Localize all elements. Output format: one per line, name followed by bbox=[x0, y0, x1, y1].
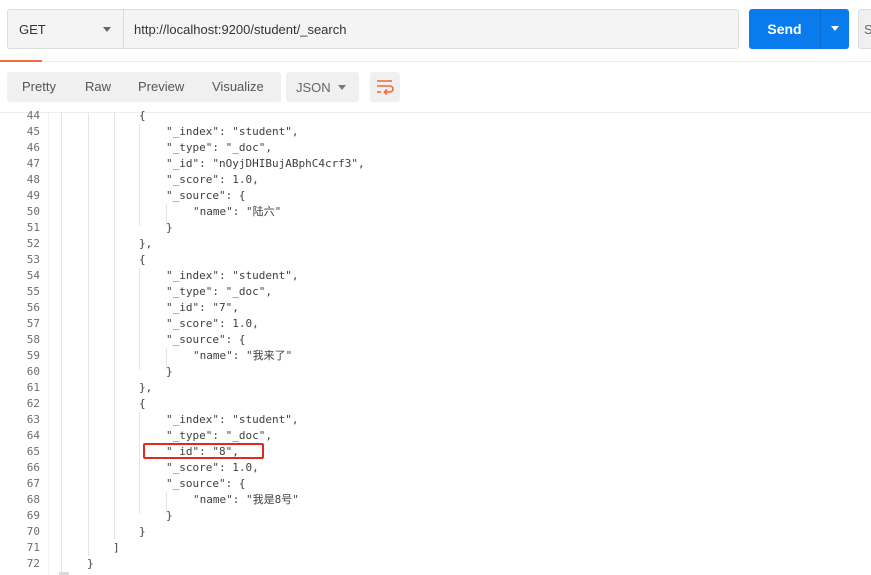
request-bar: GET http://localhost:9200/student/_searc… bbox=[0, 0, 871, 62]
line-number: 69 bbox=[26, 509, 40, 522]
line-number: 56 bbox=[26, 301, 40, 314]
line-number: 54 bbox=[26, 269, 40, 282]
code-line: { bbox=[139, 109, 146, 122]
send-options-button[interactable] bbox=[820, 9, 849, 49]
code-line: "_score": 1.0, bbox=[166, 317, 259, 330]
gutter-separator bbox=[48, 113, 49, 575]
code-line: { bbox=[139, 397, 146, 410]
chevron-down-icon bbox=[338, 85, 346, 90]
wrap-lines-icon bbox=[377, 80, 394, 96]
line-number: 64 bbox=[26, 429, 40, 442]
line-number: 48 bbox=[26, 173, 40, 186]
code-line: "_source": { bbox=[166, 477, 246, 490]
code-line: "name": "我是8号" bbox=[193, 493, 299, 506]
divider bbox=[0, 112, 871, 113]
line-number: 72 bbox=[26, 557, 40, 570]
line-number: 44 bbox=[26, 109, 40, 122]
code-line: } bbox=[139, 525, 146, 538]
url-input[interactable]: http://localhost:9200/student/_search bbox=[123, 9, 739, 49]
indent-guide bbox=[139, 412, 140, 514]
line-number: 53 bbox=[26, 253, 40, 266]
line-number: 67 bbox=[26, 477, 40, 490]
code-line: "_id": "7", bbox=[166, 301, 239, 314]
line-number: 68 bbox=[26, 493, 40, 506]
line-number: 58 bbox=[26, 333, 40, 346]
wrap-lines-button[interactable] bbox=[370, 72, 400, 102]
code-line: "name": "我来了" bbox=[193, 349, 293, 362]
tab-raw[interactable]: Raw bbox=[85, 72, 111, 102]
code-line: "_type": "_doc", bbox=[166, 429, 272, 442]
line-number: 63 bbox=[26, 413, 40, 426]
save-button-label: S bbox=[864, 22, 871, 37]
format-select[interactable]: JSON bbox=[286, 72, 359, 102]
url-value: http://localhost:9200/student/_search bbox=[134, 22, 347, 37]
send-button[interactable]: Send bbox=[749, 9, 820, 49]
method-value: GET bbox=[19, 22, 46, 37]
method-select[interactable]: GET bbox=[7, 9, 123, 49]
indent-guide bbox=[139, 268, 140, 370]
code-line: { bbox=[139, 253, 146, 266]
indent-guide bbox=[88, 113, 89, 556]
line-number: 71 bbox=[26, 541, 40, 554]
divider bbox=[0, 61, 871, 62]
code-line: "_id": "nOyjDHIBujABphC4crf3", bbox=[166, 157, 365, 170]
line-number: 45 bbox=[26, 125, 40, 138]
chevron-down-icon bbox=[831, 26, 839, 31]
code-line: "_score": 1.0, bbox=[166, 461, 259, 474]
line-number: 51 bbox=[26, 221, 40, 234]
code-line: "_type": "_doc", bbox=[166, 285, 272, 298]
line-number: 55 bbox=[26, 285, 40, 298]
active-tab-indicator bbox=[0, 60, 42, 62]
code-line: }, bbox=[139, 381, 153, 394]
code-line: }, bbox=[139, 237, 153, 250]
code-line: "_source": { bbox=[166, 333, 246, 346]
code-line: ] bbox=[113, 541, 120, 554]
tab-pretty[interactable]: Pretty bbox=[22, 72, 56, 102]
code-line: } bbox=[87, 557, 94, 570]
line-number: 70 bbox=[26, 525, 40, 538]
code-line: "_index": "student", bbox=[166, 269, 299, 282]
line-number: 52 bbox=[26, 237, 40, 250]
code-line: } bbox=[166, 221, 173, 234]
code-line: "_source": { bbox=[166, 189, 246, 202]
tab-visualize[interactable]: Visualize bbox=[212, 72, 264, 102]
code-line: "_index": "student", bbox=[166, 413, 299, 426]
line-number: 65 bbox=[26, 445, 40, 458]
highlight-annotation bbox=[143, 443, 264, 459]
code-line: "_type": "_doc", bbox=[166, 141, 272, 154]
indent-guide bbox=[139, 124, 140, 226]
code-line: "_index": "student", bbox=[166, 125, 299, 138]
response-view-tabs: Pretty Raw Preview Visualize bbox=[7, 72, 281, 102]
line-number: 60 bbox=[26, 365, 40, 378]
line-number: 66 bbox=[26, 461, 40, 474]
code-line: "_score": 1.0, bbox=[166, 173, 259, 186]
line-number: 47 bbox=[26, 157, 40, 170]
code-line: } bbox=[166, 365, 173, 378]
tab-preview[interactable]: Preview bbox=[138, 72, 184, 102]
format-value: JSON bbox=[296, 80, 331, 95]
indent-guide bbox=[61, 113, 62, 572]
code-line: } bbox=[166, 509, 173, 522]
chevron-down-icon bbox=[103, 27, 111, 32]
line-number: 62 bbox=[26, 397, 40, 410]
line-number: 59 bbox=[26, 349, 40, 362]
line-number: 46 bbox=[26, 141, 40, 154]
line-number: 49 bbox=[26, 189, 40, 202]
line-number: 61 bbox=[26, 381, 40, 394]
line-number: 50 bbox=[26, 205, 40, 218]
line-number: 57 bbox=[26, 317, 40, 330]
code-line: "name": "陆六" bbox=[193, 205, 282, 218]
indent-guide bbox=[114, 113, 115, 540]
save-button[interactable]: S bbox=[858, 9, 871, 49]
